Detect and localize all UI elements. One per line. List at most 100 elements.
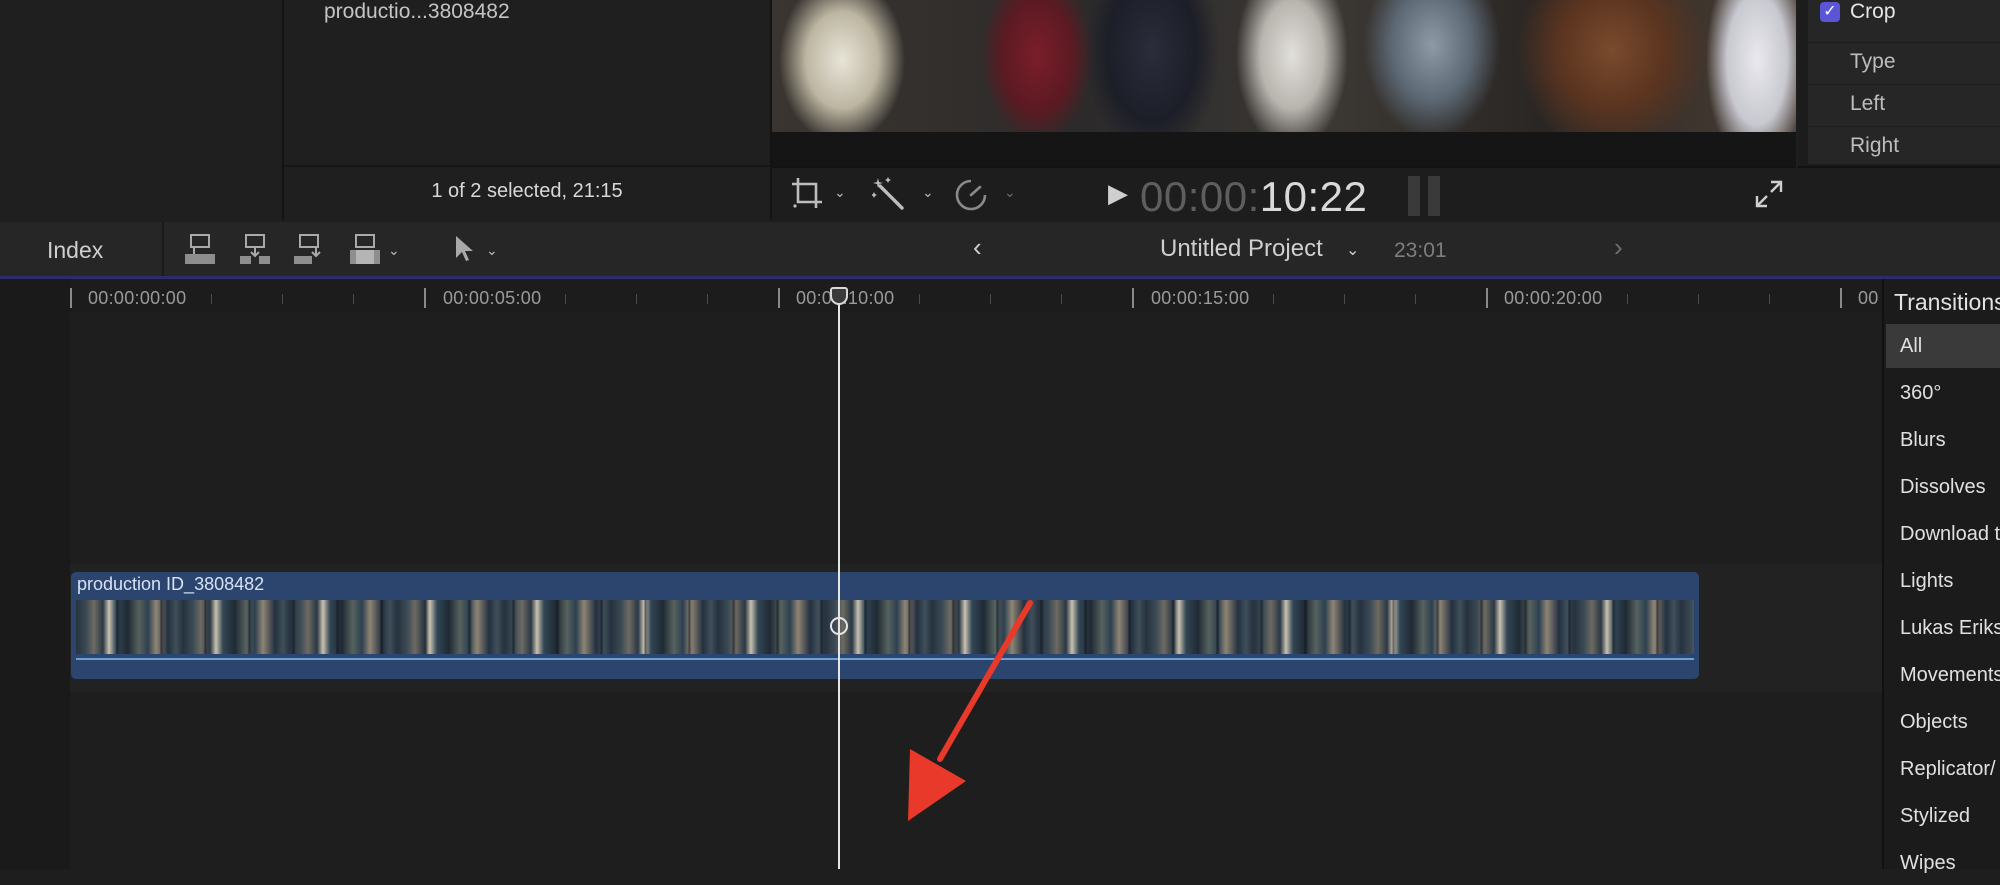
ruler-tick <box>636 294 637 304</box>
ruler-tick <box>1061 294 1062 304</box>
clip-name: production ID_3808482 <box>77 574 265 594</box>
viewer-toolbar: ⌄ ⌄ ⌄ ▶ 00:00:10:22 <box>772 166 1796 222</box>
ruler-tick <box>1132 288 1134 308</box>
transition-category-objects[interactable]: Objects <box>1886 700 2000 744</box>
selection-status: 1 of 2 selected, 21:15 <box>431 180 623 202</box>
transition-category-lukas-eriksson[interactable]: Lukas Eriks <box>1886 606 2000 650</box>
ruler-tick <box>70 288 72 308</box>
ruler-tick <box>353 294 354 304</box>
play-icon[interactable]: ▶ <box>1108 178 1128 209</box>
transition-category-label: Blurs <box>1900 429 1946 451</box>
ruler-tick <box>1698 294 1699 304</box>
fullscreen-button[interactable] <box>1755 180 1783 213</box>
transition-category-label: Objects <box>1900 711 1968 733</box>
expand-icon <box>1755 180 1783 208</box>
inspector-row-type[interactable]: Type <box>1808 42 2000 85</box>
transition-category-all[interactable]: All <box>1886 324 2000 368</box>
ruler-tick <box>1344 294 1345 304</box>
timecode-dim: 00:00: <box>1140 173 1260 220</box>
viewer-letterbox <box>772 132 1796 166</box>
chevron-left-icon[interactable]: ‹ <box>973 232 982 263</box>
transition-category-blurs[interactable]: Blurs <box>1886 418 2000 462</box>
ruler-tick <box>919 294 920 304</box>
inspector-row-label: Type <box>1850 50 1896 73</box>
transition-category-360[interactable]: 360° <box>1886 371 2000 415</box>
transition-category-label: 360° <box>1900 382 1942 404</box>
timeline-ruler[interactable]: 00:00:00:00 00:00:05:00 00:00:10:00 00:0… <box>70 279 1882 313</box>
inspector-row-right[interactable]: Right <box>1808 126 2000 168</box>
crop-checkbox[interactable]: ✓ <box>1820 2 1840 22</box>
transition-category-label: Lights <box>1900 570 1954 592</box>
transition-category-label: Lukas Eriks <box>1900 617 2000 639</box>
chevron-down-icon[interactable]: ⌄ <box>834 184 846 201</box>
connect-clip-button[interactable] <box>183 232 217 271</box>
select-tool-button[interactable] <box>452 234 476 269</box>
transition-category-dissolves[interactable]: Dissolves <box>1886 465 2000 509</box>
ruler-label: 00:00:20:00 <box>1504 288 1603 308</box>
crop-label: Crop <box>1850 0 1896 23</box>
transition-category-download[interactable]: Download t <box>1886 512 2000 556</box>
insert-clip-icon <box>240 234 270 264</box>
timecode-bright: 10:22 <box>1259 173 1368 220</box>
playhead[interactable] <box>838 289 840 869</box>
video-frame <box>772 0 1796 132</box>
chevron-down-icon[interactable]: ⌄ <box>1004 184 1016 201</box>
enhance-button[interactable] <box>871 176 908 217</box>
timeline-index-button[interactable]: Index <box>47 237 103 264</box>
transition-category-replicator[interactable]: Replicator/ <box>1886 747 2000 791</box>
magic-wand-icon <box>871 177 904 210</box>
transition-category-label: Replicator/ <box>1900 758 1996 780</box>
chevron-right-icon[interactable]: › <box>1614 232 1623 263</box>
red-arrow-annotation <box>908 600 1033 821</box>
inspector-crop-row[interactable]: ✓ Crop <box>1808 0 2000 43</box>
ruler-tick <box>424 288 426 308</box>
transition-category-lights[interactable]: Lights <box>1886 559 2000 603</box>
transform-crop-button[interactable] <box>790 176 824 217</box>
chevron-down-icon[interactable]: ⌄ <box>388 242 400 259</box>
arrow-pointer-icon <box>456 236 473 261</box>
ruler-tick <box>1840 288 1842 308</box>
append-clip-button[interactable] <box>292 232 326 271</box>
browser-clip-name[interactable]: productio...3808482 <box>324 0 510 24</box>
ruler-tick <box>1486 288 1488 308</box>
playhead-handle[interactable] <box>830 287 848 305</box>
ruler-tick <box>1627 294 1628 304</box>
inspector-row-left[interactable]: Left <box>1808 84 2000 127</box>
transition-category-label: All <box>1900 335 1923 357</box>
transition-category-wipes[interactable]: Wipes <box>1886 841 2000 885</box>
browser-panel: productio...3808482 1 of 2 selected, 21:… <box>284 0 772 220</box>
ruler-label: 00 <box>1858 288 1879 308</box>
inspector-row-label: Left <box>1850 92 1886 115</box>
append-clip-icon <box>294 234 321 264</box>
retime-button[interactable] <box>954 178 988 217</box>
ruler-label: 00:00:05:00 <box>443 288 542 308</box>
timeline[interactable]: 00:00:00:00 00:00:05:00 00:00:10:00 00:0… <box>0 279 1882 869</box>
ruler-tick <box>565 294 566 304</box>
transition-category-stylized[interactable]: Stylized <box>1886 794 2000 838</box>
ruler-tick <box>282 294 283 304</box>
speedometer-icon <box>955 179 987 211</box>
chevron-down-icon[interactable]: ⌄ <box>486 242 498 259</box>
crop-icon <box>792 178 822 208</box>
chevron-down-icon[interactable]: ⌄ <box>922 184 934 201</box>
playhead-marker-dot <box>830 617 848 635</box>
overwrite-clip-button[interactable] <box>348 232 382 271</box>
chevron-down-icon[interactable]: ⌄ <box>1346 240 1359 260</box>
insert-clip-button[interactable] <box>238 232 272 271</box>
ruler-tick <box>1769 294 1770 304</box>
overwrite-clip-icon <box>350 234 380 264</box>
transition-category-movements[interactable]: Movements <box>1886 653 2000 697</box>
project-name[interactable]: Untitled Project <box>1160 235 1323 263</box>
transition-category-label: Wipes <box>1900 852 1956 874</box>
transition-category-label: Movements <box>1900 664 2000 686</box>
ruler-tick <box>707 294 708 304</box>
ruler-tick <box>778 288 780 308</box>
transition-category-label: Dissolves <box>1900 476 1986 498</box>
library-sidebar <box>0 0 284 220</box>
ruler-tick <box>1415 294 1416 304</box>
timeline-gutter <box>0 279 70 869</box>
timecode-display[interactable]: 00:00:10:22 <box>1140 173 1367 221</box>
transitions-title: Transitions <box>1894 289 2000 315</box>
connect-clip-icon <box>185 234 215 264</box>
browser-divider <box>284 165 770 167</box>
